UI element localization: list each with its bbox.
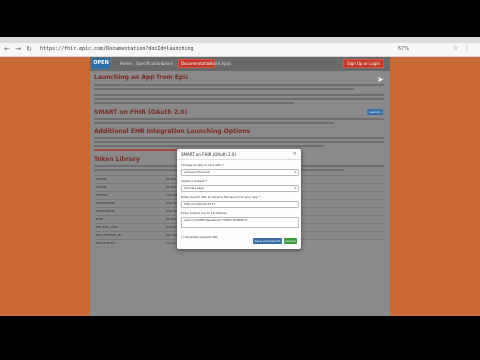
browser-window: ← → ↻ https://fhir.epic.com/Documentatio…	[0, 37, 480, 316]
token-key: EPIC_PATIENT_ID	[96, 233, 122, 237]
launch-url-input[interactable]: http://localhost:5177	[181, 201, 299, 208]
paragraph-line	[94, 118, 384, 120]
paragraph-line	[94, 84, 384, 86]
paragraph-line	[94, 141, 384, 143]
launch-url-label: Enter launch URL to receive the launch t…	[181, 195, 261, 199]
url-field[interactable]: https://fhir.epic.com/Documentation?docI…	[40, 45, 400, 54]
token-key: USERLNAME	[96, 209, 115, 213]
forward-icon[interactable]: →	[13, 44, 23, 55]
close-icon[interactable]: ×	[293, 151, 297, 157]
zoom-level[interactable]: 67%	[398, 46, 409, 52]
chevron-down-icon: ▾	[294, 170, 296, 174]
dialog-launch-button[interactable]: Launch	[284, 238, 297, 244]
token-key: DOB	[96, 217, 103, 221]
generate-url-label: Generate request URL	[184, 235, 218, 239]
paragraph-line	[94, 145, 324, 147]
mouse-cursor-icon: ➤	[377, 75, 384, 84]
section-heading: Additional EHR Integration Launching Opt…	[94, 128, 251, 135]
paragraph-line	[94, 137, 384, 139]
section-heading: Token Library	[94, 156, 140, 163]
nav-item-build-apps[interactable]: Build Apps	[210, 61, 231, 66]
token-key: ENCOUNTER	[96, 241, 115, 245]
app-select-label: Choose an app to test with *	[181, 163, 224, 167]
patient-select[interactable]: Camila Lopez ▾	[181, 185, 299, 192]
site-logo[interactable]: OPEN	[92, 58, 110, 69]
app-select[interactable]: ehrlaunchtutorial ▾	[181, 169, 299, 176]
token-key: PAT_ENC_CSN	[96, 225, 117, 229]
launch-dialog: SMART on FHIR (OAuth 2.0) × Choose an ap…	[177, 149, 301, 249]
nav-item-home[interactable]: Home	[120, 61, 132, 66]
chevron-down-icon: ▾	[294, 186, 296, 190]
token-key: PATIENT	[96, 193, 109, 197]
tokens-label: Enter tokens (up to 10 tokens)	[181, 211, 227, 215]
section-heading: Launching an App from Epic	[94, 74, 189, 81]
reload-icon[interactable]: ↻	[24, 44, 34, 55]
site-navbar: OPEN Home Specifications Learn Documenta…	[90, 57, 390, 71]
patient-select-value: Camila Lopez	[184, 186, 205, 190]
generate-url-checkbox[interactable]: ☐ Generate request URL	[181, 235, 218, 239]
nav-item-learn[interactable]: Learn	[162, 61, 173, 66]
launch-url-value: http://localhost:5177	[184, 202, 216, 206]
login-button[interactable]: Sign Up or Login	[343, 59, 384, 68]
app-select-value: ehrlaunchtutorial	[184, 170, 210, 174]
save-and-launch-button[interactable]: Save and Launch	[253, 238, 282, 244]
launch-button[interactable]: Launch	[367, 109, 383, 115]
paragraph-line	[94, 122, 334, 124]
token-key: LNAME	[96, 185, 107, 189]
tokens-value: user=%USER%&patient=%EPIC.PATIENT%	[184, 218, 248, 222]
paragraph-line	[94, 94, 384, 96]
paragraph-line	[94, 102, 294, 104]
address-bar-row: ← → ↻ https://fhir.epic.com/Documentatio…	[0, 43, 480, 57]
section-heading: SMART on FHIR (OAuth 2.0)	[94, 109, 188, 116]
token-key: USERFNAME	[96, 201, 115, 205]
back-icon[interactable]: ←	[2, 44, 12, 55]
dialog-title: SMART on FHIR (OAuth 2.0)	[181, 152, 236, 157]
tokens-textarea[interactable]: user=%USER%&patient=%EPIC.PATIENT%	[181, 217, 299, 228]
token-key: FNAME	[96, 177, 107, 181]
nav-item-specifications[interactable]: Specifications	[136, 61, 164, 66]
divider	[177, 159, 301, 160]
patient-select-label: Select a patient *	[181, 179, 208, 183]
paragraph-line	[94, 88, 354, 90]
paragraph-line	[94, 98, 384, 100]
toolbar-icons[interactable]: ☆ ⋮	[453, 45, 472, 52]
